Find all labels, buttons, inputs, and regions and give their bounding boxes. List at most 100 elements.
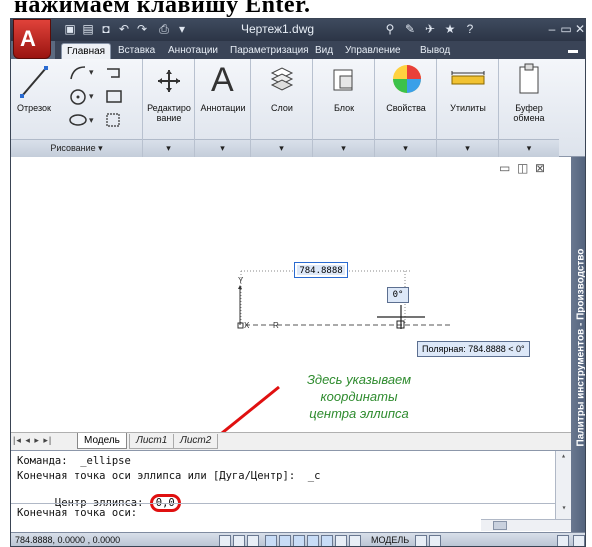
- svg-text:R: R: [273, 321, 279, 330]
- app-logo-letter: A: [20, 26, 36, 51]
- coordinates-readout: 784.8888, 0.0000 , 0.0000: [15, 535, 121, 545]
- utilities-label: Утилиты: [450, 103, 486, 113]
- annotation-line-1: Здесь указываем: [306, 372, 412, 387]
- clipboard-label: Буфер обмена: [513, 103, 545, 123]
- command-line-window[interactable]: Команда: _ellipse Конечная точка оси элл…: [11, 450, 571, 532]
- tab-model[interactable]: Модель: [77, 433, 127, 449]
- quick-properties-icon[interactable]: [349, 535, 361, 546]
- tool-palettes-bar[interactable]: Палитры инструментов - Производство: [571, 157, 586, 546]
- tab-insert[interactable]: Вставка: [113, 43, 160, 59]
- restore-icon[interactable]: ▭: [559, 22, 573, 36]
- save-icon[interactable]: ◘: [99, 22, 113, 36]
- redo-icon[interactable]: ↷: [135, 22, 149, 36]
- comm-center-icon[interactable]: ✈: [423, 22, 437, 36]
- ortho-icon[interactable]: [247, 535, 259, 546]
- layers-panel-footer[interactable]: ▾: [251, 139, 312, 157]
- annotation-line-3: центра эллипса: [309, 406, 409, 421]
- layers-icon: [270, 67, 294, 91]
- qa-dropdown-icon[interactable]: ▾: [175, 22, 189, 36]
- favorites-star-icon[interactable]: ★: [443, 22, 457, 36]
- grid-icon[interactable]: [233, 535, 245, 546]
- block-panel[interactable]: Блок ▾: [313, 59, 375, 157]
- snap-icon[interactable]: [219, 535, 231, 546]
- binoculars-icon[interactable]: ⚲: [383, 22, 397, 36]
- page-heading-strip: нажимаем клавишу Enter.: [0, 0, 592, 18]
- tab-sheet2[interactable]: Лист2: [173, 434, 219, 449]
- modify-panel[interactable]: Редактиро вание ▾: [143, 59, 195, 157]
- svg-text:▾: ▾: [89, 67, 94, 77]
- layout-nav-arrows-icon[interactable]: |◂ ◂ ▸ ▸|: [13, 435, 52, 446]
- hscroll-thumb[interactable]: [493, 521, 507, 530]
- drawing-quickview-icon[interactable]: [429, 535, 441, 546]
- draw-tools-grid: ▾ ▾ ▾: [69, 66, 122, 127]
- draw-panel: Отрезок ▾ ▾ ▾ Рисование ▾: [11, 59, 143, 157]
- tab-home[interactable]: Главная: [61, 43, 112, 59]
- drawing-canvas[interactable]: ▭ ◫ ⊠ Y X R 784.8888 0° Полярная: 784.88…: [11, 157, 571, 450]
- tool-palettes-title: Палитры инструментов - Производство: [575, 248, 586, 447]
- tab-annotate[interactable]: Аннотации: [163, 43, 223, 59]
- fullscreen-icon[interactable]: [573, 535, 585, 546]
- close-icon[interactable]: ✕: [573, 22, 585, 36]
- layout-tab-bar: |◂ ◂ ▸ ▸| Модель Лист1 Лист2: [11, 432, 571, 450]
- properties-panel[interactable]: Свойства ▾: [375, 59, 437, 157]
- layers-label: Слои: [271, 103, 293, 113]
- clipboard-icon: [519, 63, 539, 94]
- angle-input-field[interactable]: 0°: [387, 287, 409, 303]
- polar-icon[interactable]: [265, 535, 277, 546]
- utilities-panel-footer[interactable]: ▾: [437, 139, 498, 157]
- dynamic-input-field[interactable]: 784.8888: [294, 262, 348, 278]
- annotation-panel[interactable]: A Аннотации ▾: [195, 59, 251, 157]
- modify-label: Редактиро вание: [147, 103, 191, 123]
- command-history-line-2: Конечная точка оси эллипса или [Дуга/Цен…: [17, 470, 321, 482]
- annotation-line-2: координаты: [320, 389, 398, 404]
- line-tool-icon[interactable]: [19, 65, 49, 99]
- model-space-toggle[interactable]: МОДЕЛЬ: [371, 535, 409, 545]
- workspace-icon[interactable]: [557, 535, 569, 546]
- help-search-icon[interactable]: ✎: [403, 22, 417, 36]
- lineweight-icon[interactable]: [335, 535, 347, 546]
- ribbon-minimize-icon[interactable]: ▬: [563, 43, 583, 59]
- command-scrollbar[interactable]: ▴ ▾: [555, 451, 571, 519]
- polar-tracking-tooltip: Полярная: 784.8888 < 0°: [417, 341, 530, 357]
- clipboard-panel-footer[interactable]: ▾: [499, 139, 559, 157]
- annotation-callout: Здесь указываем координаты центра эллипс…: [279, 371, 439, 422]
- properties-label: Свойства: [386, 103, 426, 113]
- dyn-icon[interactable]: [321, 535, 333, 546]
- undo-icon[interactable]: ↶: [117, 22, 131, 36]
- utilities-panel[interactable]: Утилиты ▾: [437, 59, 499, 157]
- line-tool-label: Отрезок: [17, 103, 51, 113]
- otrack-icon[interactable]: [293, 535, 305, 546]
- draw-panel-footer[interactable]: Рисование ▾: [11, 139, 142, 157]
- open-folder-icon[interactable]: ▤: [81, 22, 95, 36]
- tab-output[interactable]: Вывод: [415, 43, 455, 59]
- move-icon: [158, 70, 180, 92]
- block-panel-footer[interactable]: ▾: [313, 139, 374, 157]
- status-bar: 784.8888, 0.0000 , 0.0000 МОДЕЛЬ: [11, 532, 585, 546]
- help-icon[interactable]: ?: [463, 22, 477, 36]
- application-menu-button[interactable]: A: [13, 19, 51, 59]
- modify-panel-footer[interactable]: ▾: [143, 139, 194, 157]
- ducs-icon[interactable]: [307, 535, 319, 546]
- tab-sheet1[interactable]: Лист1: [129, 434, 175, 449]
- clipboard-panel[interactable]: Буфер обмена ▾: [499, 59, 559, 157]
- title-bar: ▣ ▤ ◘ ↶ ↷ ⎙ ▾ Чертеж1.dwg ⚲ ✎ ✈ ★ ? – ▭ …: [11, 19, 585, 41]
- text-a-icon: A: [211, 61, 234, 99]
- properties-panel-footer[interactable]: ▾: [375, 139, 436, 157]
- command-hscrollbar[interactable]: [481, 519, 571, 531]
- layers-panel[interactable]: Слои ▾: [251, 59, 313, 157]
- block-icon: [333, 69, 353, 91]
- tab-view[interactable]: Вид: [310, 43, 338, 59]
- layout-quickview-icon[interactable]: [415, 535, 427, 546]
- new-doc-icon[interactable]: ▣: [63, 22, 77, 36]
- block-label: Блок: [333, 103, 355, 113]
- command-divider: [11, 503, 555, 504]
- osnap-icon[interactable]: [279, 535, 291, 546]
- print-icon[interactable]: ⎙: [157, 22, 171, 36]
- annotation-label: Аннотации: [200, 103, 246, 113]
- annotation-panel-footer[interactable]: ▾: [195, 139, 250, 157]
- tab-parametric[interactable]: Параметризация: [225, 43, 314, 59]
- command-prompt: Конечная точка оси:: [17, 507, 138, 519]
- minimize-icon[interactable]: –: [545, 22, 559, 36]
- document-title: Чертеж1.dwg: [241, 22, 315, 36]
- tab-manage[interactable]: Управление: [340, 43, 406, 59]
